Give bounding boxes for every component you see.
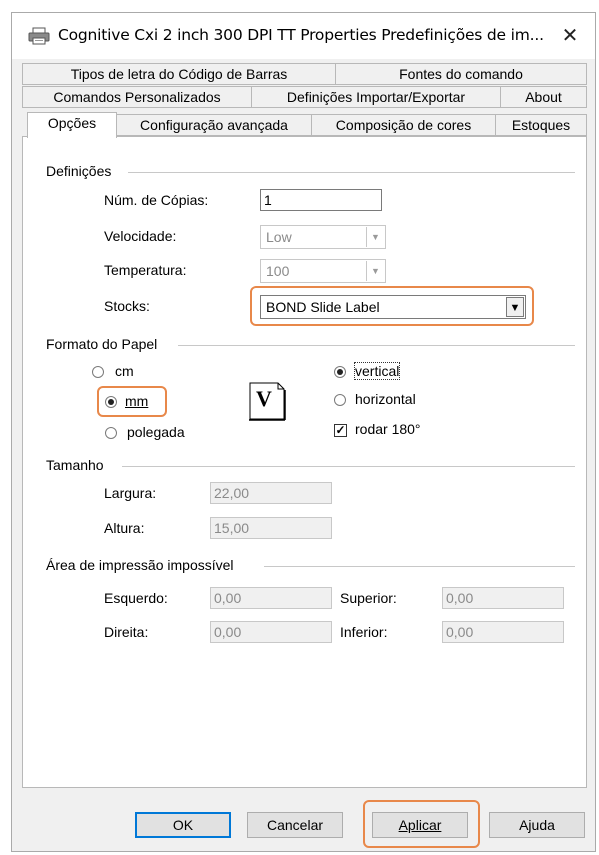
orientation-horizontal-label[interactable]: horizontal	[355, 391, 416, 407]
tab-label: Configuração avançada	[140, 117, 288, 133]
tab-label: Definições Importar/Exportar	[286, 89, 466, 105]
chevron-down-icon[interactable]: ▼	[506, 297, 524, 317]
paper-format-group-title: Formato do Papel	[46, 336, 164, 352]
close-button[interactable]: ✕	[555, 21, 585, 51]
tab-about[interactable]: About	[500, 86, 587, 108]
orientation-vertical-label[interactable]: vertical	[353, 362, 401, 380]
orientation-vertical-radio[interactable]	[334, 366, 346, 378]
right-margin-input: 0,00	[210, 621, 332, 643]
stocks-select[interactable]: BOND Slide Label ▼	[260, 295, 526, 319]
tab-import-export[interactable]: Definições Importar/Exportar	[251, 86, 501, 108]
unit-inch-radio[interactable]	[105, 427, 117, 439]
tab-label: Tipos de letra do Código de Barras	[70, 66, 288, 82]
unit-inch-label[interactable]: polegada	[127, 424, 185, 440]
unit-cm-radio[interactable]	[92, 366, 104, 378]
temperature-select: 100 ▼	[260, 259, 386, 283]
orientation-horizontal-radio[interactable]	[334, 394, 346, 406]
tab-label: Composição de cores	[335, 117, 472, 133]
group-divider	[122, 466, 575, 467]
apply-button[interactable]: Aplicar	[372, 812, 468, 838]
group-divider	[128, 172, 575, 173]
tab-barcode-fonts[interactable]: Tipos de letra do Código de Barras	[22, 63, 336, 85]
group-divider	[178, 345, 575, 346]
rotate-180-checkbox[interactable]: ✓	[334, 424, 347, 437]
tab-label: Comandos Personalizados	[53, 89, 221, 105]
width-input: 22,00	[210, 482, 332, 504]
title-bar: Cognitive Cxi 2 inch 300 DPI TT Properti…	[12, 13, 595, 59]
unit-cm-label[interactable]: cm	[115, 363, 134, 379]
tab-label: Fontes do comando	[399, 66, 523, 82]
printer-icon	[28, 27, 50, 45]
height-input: 15,00	[210, 517, 332, 539]
tab-advanced-config[interactable]: Configuração avançada	[116, 114, 312, 136]
cancel-button[interactable]: Cancelar	[247, 812, 343, 838]
left-margin-input: 0,00	[210, 587, 332, 609]
bottom-margin-input: 0,00	[442, 621, 564, 643]
close-icon[interactable]: ✕	[562, 25, 579, 47]
copies-label: Núm. de Cópias:	[104, 192, 209, 208]
tab-label: Estoques	[511, 117, 571, 133]
tab-options[interactable]: Opções	[27, 112, 117, 138]
orientation-icon-letter: V	[256, 386, 272, 411]
top-margin-input: 0,00	[442, 587, 564, 609]
stocks-label: Stocks:	[104, 298, 150, 314]
rotate-180-label[interactable]: rodar 180°	[355, 421, 421, 437]
left-margin-label: Esquerdo:	[104, 590, 168, 606]
tab-command-fonts[interactable]: Fontes do comando	[335, 63, 587, 85]
chevron-down-icon: ▼	[366, 227, 384, 247]
size-group-title: Tamanho	[46, 457, 110, 473]
unprintable-area-group-title: Área de impressão impossível	[46, 557, 240, 573]
chevron-down-icon: ▼	[366, 261, 384, 281]
tab-custom-commands[interactable]: Comandos Personalizados	[22, 86, 252, 108]
tab-label: About	[525, 89, 562, 105]
speed-value: Low	[266, 229, 292, 245]
width-label: Largura:	[104, 485, 157, 501]
copies-input[interactable]: 1	[260, 189, 382, 211]
temperature-label: Temperatura:	[104, 262, 187, 278]
speed-select: Low ▼	[260, 225, 386, 249]
tab-label: Opções	[47, 115, 97, 131]
top-margin-label: Superior:	[340, 590, 397, 606]
window-title: Cognitive Cxi 2 inch 300 DPI TT Properti…	[58, 26, 544, 44]
temperature-value: 100	[266, 263, 290, 279]
stocks-value: BOND Slide Label	[266, 299, 380, 315]
tab-stocks[interactable]: Estoques	[495, 114, 587, 136]
speed-label: Velocidade:	[104, 228, 177, 244]
right-margin-label: Direita:	[104, 624, 149, 640]
unit-mm-radio[interactable]	[105, 396, 117, 408]
group-divider	[264, 566, 575, 567]
unit-mm-label[interactable]: mm	[125, 393, 148, 409]
tab-color-composition[interactable]: Composição de cores	[311, 114, 496, 136]
settings-group-title: Definições	[46, 163, 118, 179]
ok-button[interactable]: OK	[135, 812, 231, 838]
height-label: Altura:	[104, 520, 145, 536]
bottom-margin-label: Inferior:	[340, 624, 388, 640]
help-button[interactable]: Ajuda	[489, 812, 585, 838]
